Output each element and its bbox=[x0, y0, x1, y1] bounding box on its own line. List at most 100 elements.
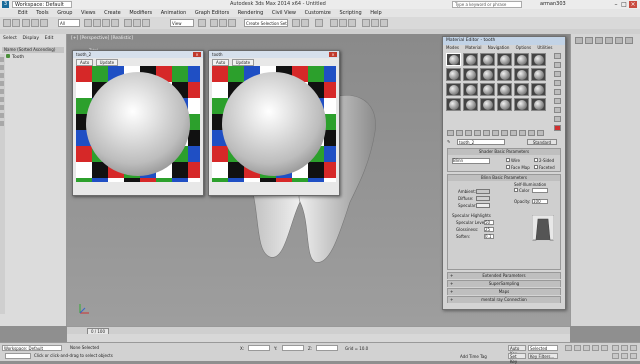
key-filters-button[interactable]: Key Filters... bbox=[528, 353, 558, 359]
ref-coord-dropdown[interactable]: View bbox=[170, 19, 194, 27]
assign-to-selection-icon[interactable] bbox=[465, 130, 472, 136]
material-slot[interactable] bbox=[463, 53, 478, 66]
filter-xrefs-icon[interactable] bbox=[0, 113, 4, 118]
modify-tab-icon[interactable] bbox=[585, 37, 593, 44]
snap-icon[interactable] bbox=[210, 19, 218, 27]
select-object-icon[interactable] bbox=[84, 19, 92, 27]
options-icon[interactable] bbox=[554, 107, 561, 113]
close-icon[interactable]: × bbox=[629, 1, 637, 8]
material-slot[interactable] bbox=[446, 68, 461, 81]
close-icon[interactable]: × bbox=[329, 52, 337, 57]
filter-spacewarps-icon[interactable] bbox=[0, 97, 4, 102]
percent-snap-icon[interactable] bbox=[228, 19, 236, 27]
two-sided-checkbox[interactable] bbox=[534, 158, 538, 162]
menu-graph-editors[interactable]: Graph Editors bbox=[195, 9, 229, 17]
maps-rollout[interactable]: + Maps bbox=[447, 288, 561, 295]
display-tab-icon[interactable] bbox=[615, 37, 623, 44]
explorer-menu-edit[interactable]: Edit bbox=[45, 36, 54, 41]
explorer-column-header[interactable]: Name (Sorted Ascending) bbox=[2, 47, 64, 53]
material-slot[interactable] bbox=[497, 83, 512, 96]
pivot-icon[interactable] bbox=[198, 19, 206, 27]
select-by-material-icon[interactable] bbox=[554, 116, 561, 122]
make-unique-icon[interactable] bbox=[483, 130, 490, 136]
material-slot[interactable] bbox=[463, 98, 478, 111]
explorer-menu-select[interactable]: Select bbox=[3, 36, 17, 41]
menu-civil-view[interactable]: Civil View bbox=[272, 9, 296, 17]
specular-swatch[interactable] bbox=[476, 203, 490, 208]
auto-button[interactable]: Auto bbox=[76, 59, 94, 66]
curve-editor-icon[interactable] bbox=[330, 19, 338, 27]
material-slot[interactable] bbox=[446, 83, 461, 96]
menu-customize[interactable]: Customize bbox=[305, 9, 331, 17]
auto-key-button[interactable]: Auto Key bbox=[508, 345, 526, 356]
material-slot[interactable] bbox=[446, 53, 461, 66]
filter-bones-icon[interactable] bbox=[0, 121, 4, 126]
angle-snap-icon[interactable] bbox=[219, 19, 227, 27]
sample-type-icon[interactable] bbox=[554, 53, 561, 59]
background-icon[interactable] bbox=[554, 71, 561, 77]
auto-button[interactable]: Auto bbox=[212, 59, 230, 66]
mirror-icon[interactable] bbox=[292, 19, 300, 27]
material-map-navigator-icon[interactable] bbox=[554, 125, 561, 131]
motion-tab-icon[interactable] bbox=[605, 37, 613, 44]
bind-space-warp-icon[interactable] bbox=[40, 19, 48, 27]
material-slot[interactable] bbox=[531, 53, 546, 66]
filter-geometry-icon[interactable] bbox=[0, 57, 4, 62]
previous-frame-icon[interactable] bbox=[574, 345, 581, 351]
menu-options[interactable]: Options bbox=[516, 45, 531, 50]
menu-group[interactable]: Group bbox=[57, 9, 72, 17]
wire-checkbox[interactable] bbox=[506, 158, 510, 162]
workspace-dropdown[interactable]: Workspace: Default bbox=[12, 1, 72, 8]
go-to-end-icon[interactable] bbox=[601, 345, 608, 351]
user-name[interactable]: arman303 bbox=[540, 1, 566, 7]
shader-basic-header[interactable]: Shader Basic Parameters bbox=[448, 149, 560, 155]
sample-window-tooth-2[interactable]: tooth_2 × Auto Update bbox=[72, 50, 204, 196]
uv-tiling-icon[interactable] bbox=[554, 80, 561, 86]
material-editor-icon[interactable] bbox=[348, 19, 356, 27]
reset-map-icon[interactable] bbox=[474, 130, 481, 136]
zoom-all-icon[interactable] bbox=[621, 345, 628, 351]
filter-cameras-icon[interactable] bbox=[0, 81, 4, 86]
soften-spinner[interactable]: 0.1 bbox=[484, 234, 494, 239]
material-slot[interactable] bbox=[463, 68, 478, 81]
spec-level-spinner[interactable]: 50 bbox=[484, 220, 494, 225]
z-coord-field[interactable] bbox=[316, 345, 338, 351]
search-input[interactable]: Type a keyword or phrase bbox=[452, 1, 522, 8]
material-slot[interactable] bbox=[514, 53, 529, 66]
go-to-start-icon[interactable] bbox=[565, 345, 572, 351]
material-slot[interactable] bbox=[514, 68, 529, 81]
extended-params-rollout[interactable]: + Extended Parameters bbox=[447, 272, 561, 279]
filter-shapes-icon[interactable] bbox=[0, 65, 4, 70]
menu-tools[interactable]: Tools bbox=[36, 9, 48, 17]
link-icon[interactable] bbox=[22, 19, 30, 27]
go-forward-icon[interactable] bbox=[537, 130, 544, 136]
align-icon[interactable] bbox=[301, 19, 309, 27]
material-slot[interactable] bbox=[531, 83, 546, 96]
material-name-input[interactable]: tooth_2 bbox=[457, 139, 505, 145]
eyedropper-icon[interactable]: ✎ bbox=[447, 139, 450, 144]
named-selection-dropdown[interactable]: Create Selection Set bbox=[244, 19, 288, 27]
material-editor-title[interactable]: Material Editor - tooth bbox=[443, 37, 565, 45]
material-slot[interactable] bbox=[480, 98, 495, 111]
zoom-icon[interactable] bbox=[612, 345, 619, 351]
hierarchy-tab-icon[interactable] bbox=[595, 37, 603, 44]
close-icon[interactable]: × bbox=[193, 52, 201, 57]
update-button[interactable]: Update bbox=[95, 59, 119, 66]
sample-window-tooth[interactable]: tooth × Auto Update bbox=[208, 50, 340, 196]
material-slot[interactable] bbox=[497, 53, 512, 66]
maxscript-listener[interactable] bbox=[5, 353, 31, 359]
menu-material[interactable]: Material bbox=[465, 45, 481, 50]
material-slot[interactable] bbox=[531, 68, 546, 81]
menu-edit[interactable]: Edit bbox=[18, 9, 28, 17]
face-map-checkbox[interactable] bbox=[506, 165, 510, 169]
scene-node[interactable]: Tooth bbox=[6, 54, 24, 60]
blinn-basic-header[interactable]: Blinn Basic Parameters bbox=[448, 175, 560, 181]
rendered-frame-icon[interactable] bbox=[371, 19, 379, 27]
get-material-icon[interactable] bbox=[447, 130, 454, 136]
material-slot[interactable] bbox=[480, 68, 495, 81]
material-slot[interactable] bbox=[463, 83, 478, 96]
field-of-view-icon[interactable] bbox=[612, 353, 619, 359]
self-illum-color-checkbox[interactable] bbox=[514, 188, 518, 192]
material-slot[interactable] bbox=[514, 98, 529, 111]
menu-modes[interactable]: Modes bbox=[446, 45, 459, 50]
